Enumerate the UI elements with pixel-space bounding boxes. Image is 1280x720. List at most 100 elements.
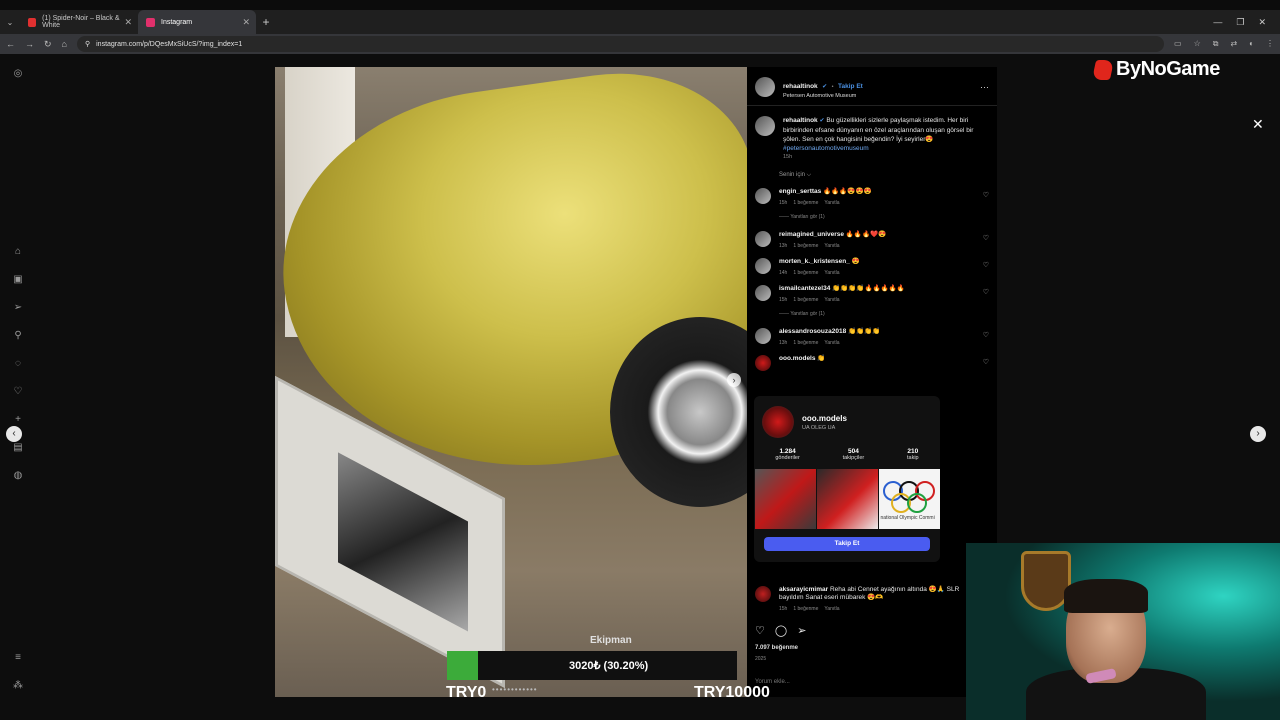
back-icon[interactable]: ← — [6, 39, 15, 49]
new-tab-button[interactable]: + — [256, 15, 276, 29]
verified-icon: ✔ — [822, 84, 828, 90]
url-field[interactable]: ⚲ instagram.com/p/DQesMxSiUcS/?img_index… — [76, 36, 1164, 52]
commenter-avatar[interactable] — [755, 285, 771, 301]
instagram-icon — [146, 17, 155, 27]
tab-search-chevron-icon[interactable]: ⌄ — [0, 18, 20, 27]
commenter-username[interactable]: reimagined_universe — [779, 231, 844, 238]
next-image-arrow-icon[interactable]: › — [727, 373, 741, 387]
dashboard-nav-icon[interactable]: ▤ — [10, 442, 26, 453]
tab-youtube[interactable]: (1) Spider-Noir – Black & White ✕ — [20, 10, 138, 34]
comment-likes[interactable]: 1 beğenme — [793, 200, 818, 206]
commenter-username[interactable]: aksarayicmimar — [779, 586, 828, 593]
share-icon[interactable]: ➢ — [797, 624, 806, 637]
comment-likes[interactable]: 1 beğenme — [793, 270, 818, 276]
forward-icon[interactable]: → — [25, 39, 34, 49]
comment-likes[interactable]: 1 beğenme — [793, 297, 818, 303]
caption-hashtag[interactable]: #petersonautomotivemuseum — [783, 145, 869, 152]
hovercard-stats: 1.284 gönderiler 504 takipçiler 210 takip — [754, 438, 940, 467]
author-username[interactable]: rehaaltinok — [783, 83, 818, 90]
view-replies-button[interactable]: —— Yanıtları gör (1) — [747, 210, 997, 226]
menu-icon[interactable]: ⋮ — [1266, 39, 1274, 49]
grid-post-thumbnail[interactable]: national Olympic Commi — [878, 469, 940, 529]
previous-post-arrow-icon[interactable]: ‹ — [6, 426, 22, 442]
translate-icon[interactable]: ⇄ — [1230, 39, 1237, 49]
commenter-avatar[interactable] — [755, 328, 771, 344]
post-photo[interactable]: › — [275, 67, 747, 697]
create-nav-icon[interactable]: + — [10, 414, 26, 425]
like-comment-icon[interactable]: ♡ — [983, 191, 989, 199]
like-comment-icon[interactable]: ♡ — [983, 261, 989, 269]
commenter-avatar[interactable] — [755, 231, 771, 247]
search-nav-icon[interactable]: ⚲ — [10, 330, 26, 341]
more-options-icon[interactable]: ··· — [980, 82, 989, 92]
hovercard-avatar[interactable] — [762, 406, 794, 438]
commenter-username[interactable]: alessandrosouza2018 — [779, 328, 846, 335]
comment-likes[interactable]: 1 beğenme — [793, 606, 818, 612]
close-tab-icon[interactable]: ✕ — [242, 17, 250, 28]
bynogame-logo: ByNoGame — [1091, 58, 1220, 81]
like-comment-icon[interactable]: ♡ — [983, 288, 989, 296]
site-info-icon[interactable]: ⚲ — [85, 40, 90, 48]
commenter-avatar[interactable] — [755, 188, 771, 204]
tab-instagram[interactable]: Instagram ✕ — [138, 10, 256, 34]
author-avatar[interactable] — [755, 116, 775, 136]
comment-likes[interactable]: 1 beğenme — [793, 243, 818, 249]
explore-nav-icon[interactable]: ◌ — [10, 358, 26, 369]
list-item: alessandrosouza2018 👏👏👏👏 13h 1 beğenme Yan… — [747, 323, 997, 350]
more-nav-icon[interactable]: ≡ — [10, 652, 26, 663]
reels-nav-icon[interactable]: ▣ — [10, 274, 26, 285]
commenter-username[interactable]: engin_serttas — [779, 188, 821, 195]
reply-button[interactable]: Yanıtla — [824, 340, 839, 346]
comment-likes[interactable]: 1 beğenme — [793, 340, 818, 346]
like-comment-icon[interactable]: ♡ — [983, 234, 989, 242]
commenter-avatar[interactable] — [755, 355, 771, 371]
post-location[interactable]: Petersen Automotive Museum — [783, 93, 863, 99]
youtube-icon — [28, 17, 37, 27]
view-replies-button[interactable]: —— Yanıtları gör (1) — [747, 307, 997, 323]
hovercard-username[interactable]: ooo.models — [802, 414, 847, 423]
reply-button[interactable]: Yanıtla — [824, 200, 839, 206]
cast-icon[interactable]: ▭ — [1174, 39, 1182, 49]
like-icon[interactable]: ♡ — [755, 624, 765, 637]
close-window-icon[interactable]: ✕ — [1258, 17, 1266, 28]
commenter-avatar[interactable] — [755, 258, 771, 274]
like-count[interactable]: 7.097 beğenme — [755, 645, 798, 651]
bookmark-star-icon[interactable]: ☆ — [1194, 39, 1201, 49]
messages-nav-icon[interactable]: ➢ — [10, 302, 26, 313]
notifications-nav-icon[interactable]: ♡ — [10, 386, 26, 397]
author-avatar[interactable] — [755, 77, 775, 97]
post-actions: ♡ ◯ ➢ — [755, 624, 806, 637]
follow-link[interactable]: Takip Et — [838, 83, 863, 90]
commenter-username[interactable]: ooo.models — [779, 355, 815, 362]
comment-icon[interactable]: ◯ — [775, 624, 787, 637]
reply-button[interactable]: Yanıtla — [824, 606, 839, 612]
hovercard-follow-button[interactable]: Takip Et — [764, 537, 930, 551]
profile-nav-icon[interactable]: ◍ — [10, 470, 26, 481]
commenter-username[interactable]: ismailcantezel34 — [779, 285, 830, 292]
reply-button[interactable]: Yanıtla — [824, 297, 839, 303]
list-item: morten_k._kristensen_ 😍 14h 1 beğenme Yanı… — [747, 253, 997, 280]
like-comment-icon[interactable]: ♡ — [983, 358, 989, 366]
comment-sort-dropdown[interactable]: Senin için ⌵ — [747, 166, 997, 183]
extensions-icon[interactable]: ⧉ — [1213, 39, 1219, 49]
home-nav-icon[interactable]: ⌂ — [10, 246, 26, 257]
like-comment-icon[interactable]: ♡ — [983, 331, 989, 339]
reply-button[interactable]: Yanıtla — [824, 243, 839, 249]
reply-button[interactable]: Yanıtla — [824, 270, 839, 276]
minimize-icon[interactable]: — — [1213, 17, 1222, 28]
commenter-avatar[interactable] — [755, 586, 771, 602]
maximize-icon[interactable]: ❐ — [1236, 17, 1244, 28]
close-post-icon[interactable]: ✕ — [1252, 116, 1264, 133]
url-text: instagram.com/p/DQesMxSiUcS/?img_index=1 — [96, 40, 243, 48]
profile-icon[interactable]: ◐ — [1249, 39, 1254, 49]
next-post-arrow-icon[interactable]: › — [1250, 426, 1266, 442]
caption-username[interactable]: rehaaltinok — [783, 117, 818, 124]
grid-post-thumbnail[interactable] — [754, 469, 816, 529]
commenter-username[interactable]: morten_k._kristensen_ — [779, 258, 850, 265]
instagram-logo-icon[interactable]: ◎ — [10, 68, 26, 79]
reload-icon[interactable]: ↻ — [44, 39, 52, 50]
close-tab-icon[interactable]: ✕ — [124, 17, 132, 28]
grid-post-thumbnail[interactable] — [816, 469, 878, 529]
meta-nav-icon[interactable]: ⁂ — [10, 680, 26, 691]
home-icon[interactable]: ⌂ — [62, 39, 67, 49]
